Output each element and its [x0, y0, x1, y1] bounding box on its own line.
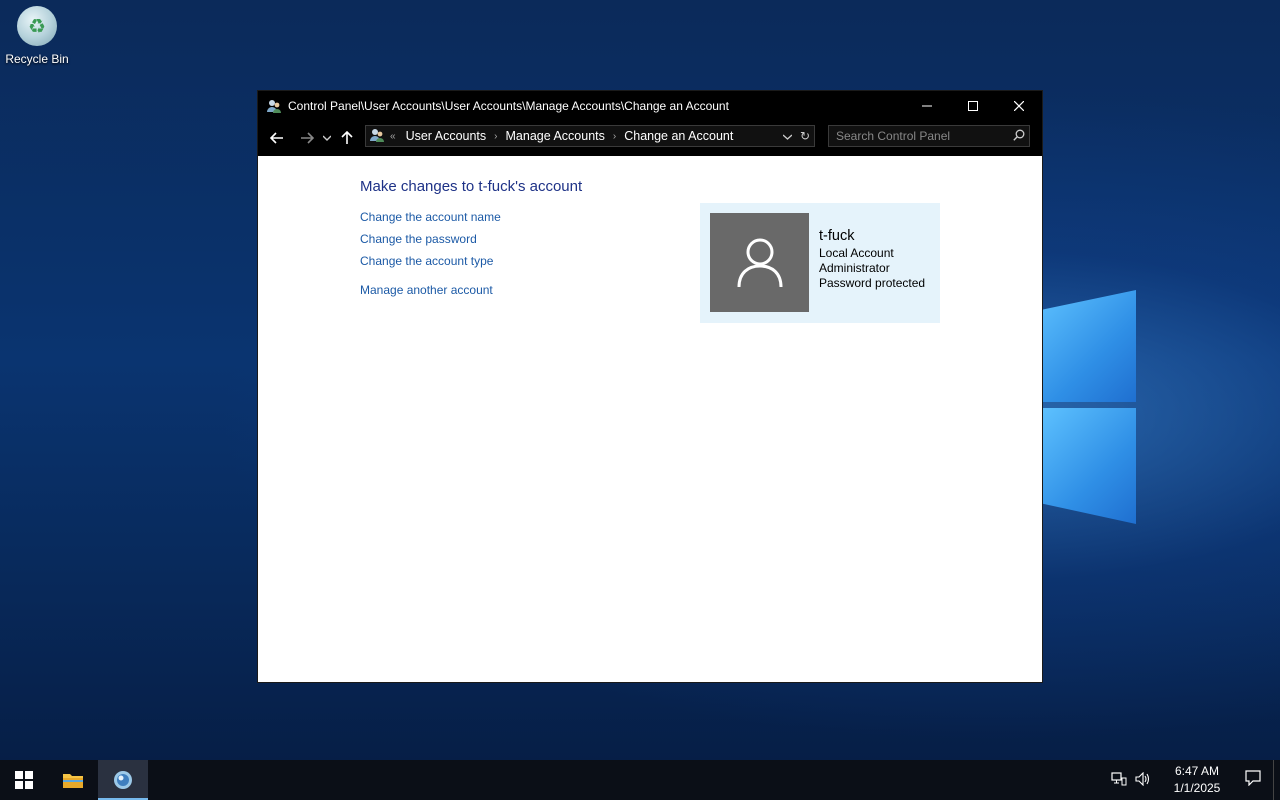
account-status: Password protected — [819, 276, 926, 290]
forward-button[interactable] — [294, 125, 320, 151]
control-panel-window: Control Panel\User Accounts\User Account… — [258, 91, 1042, 682]
volume-icon[interactable] — [1131, 771, 1155, 789]
account-role: Administrator — [819, 261, 890, 275]
network-icon[interactable] — [1107, 771, 1131, 789]
address-bar[interactable]: « User Accounts › Manage Accounts › Chan… — [365, 125, 815, 147]
user-accounts-icon — [368, 127, 386, 146]
clock[interactable]: 6:47 AM 1/1/2025 — [1161, 763, 1233, 797]
maximize-button[interactable] — [950, 91, 996, 120]
search-box[interactable] — [828, 125, 1030, 147]
account-info: t-fuck Local Account Administrator Passw… — [819, 229, 925, 291]
windows-icon — [15, 771, 33, 789]
breadcrumb-overflow-icon[interactable]: « — [390, 131, 396, 142]
recent-locations-dropdown[interactable] — [320, 125, 334, 151]
change-account-type-link[interactable]: Change the account type — [360, 254, 501, 268]
back-button[interactable] — [264, 125, 290, 151]
action-center-icon[interactable] — [1233, 770, 1273, 790]
taskbar-file-explorer[interactable] — [48, 760, 98, 800]
search-input[interactable] — [829, 128, 1009, 144]
address-history-dropdown[interactable] — [778, 129, 796, 143]
account-type: Local Account — [819, 246, 894, 260]
control-panel-icon — [114, 771, 132, 789]
search-icon[interactable] — [1009, 129, 1029, 144]
chevron-right-icon[interactable]: › — [494, 131, 497, 142]
taskbar: 6:47 AM 1/1/2025 — [0, 760, 1280, 800]
window-title: Control Panel\User Accounts\User Account… — [288, 98, 729, 113]
chevron-right-icon[interactable]: › — [613, 131, 616, 142]
breadcrumb-manage-accounts[interactable]: Manage Accounts — [506, 129, 605, 143]
change-password-link[interactable]: Change the password — [360, 232, 501, 246]
breadcrumb-user-accounts[interactable]: User Accounts — [406, 129, 487, 143]
desktop-icon-recycle-bin[interactable]: ♻ Recycle Bin — [4, 6, 70, 66]
start-button[interactable] — [0, 760, 48, 800]
manage-another-account-link[interactable]: Manage another account — [360, 283, 501, 297]
up-button[interactable] — [334, 125, 360, 151]
system-tray: 6:47 AM 1/1/2025 — [1107, 760, 1280, 800]
user-accounts-icon — [266, 98, 282, 114]
change-account-name-link[interactable]: Change the account name — [360, 210, 501, 224]
main-content: Make changes to t-fuck's account Change … — [258, 156, 1042, 682]
page-title: Make changes to t-fuck's account — [360, 178, 583, 195]
taskbar-control-panel[interactable] — [98, 760, 148, 800]
recycle-bin-icon: ♻ — [17, 6, 57, 46]
folder-icon — [63, 774, 83, 788]
clock-time: 6:47 AM — [1174, 764, 1220, 778]
breadcrumb-change-an-account[interactable]: Change an Account — [624, 129, 733, 143]
clock-date: 1/1/2025 — [1173, 781, 1221, 795]
avatar — [710, 213, 809, 312]
account-card: t-fuck Local Account Administrator Passw… — [700, 203, 940, 323]
account-name: t-fuck — [819, 228, 855, 244]
title-bar[interactable]: Control Panel\User Accounts\User Account… — [258, 91, 1042, 120]
desktop-icon-label: Recycle Bin — [5, 52, 69, 66]
refresh-icon[interactable]: ↻ — [796, 129, 814, 143]
close-button[interactable] — [996, 91, 1042, 120]
task-links: Change the account name Change the passw… — [360, 210, 501, 305]
minimize-button[interactable] — [904, 91, 950, 120]
show-desktop-button[interactable] — [1273, 760, 1280, 800]
wallpaper-windows-logo — [1040, 280, 1140, 530]
user-icon — [737, 238, 782, 287]
